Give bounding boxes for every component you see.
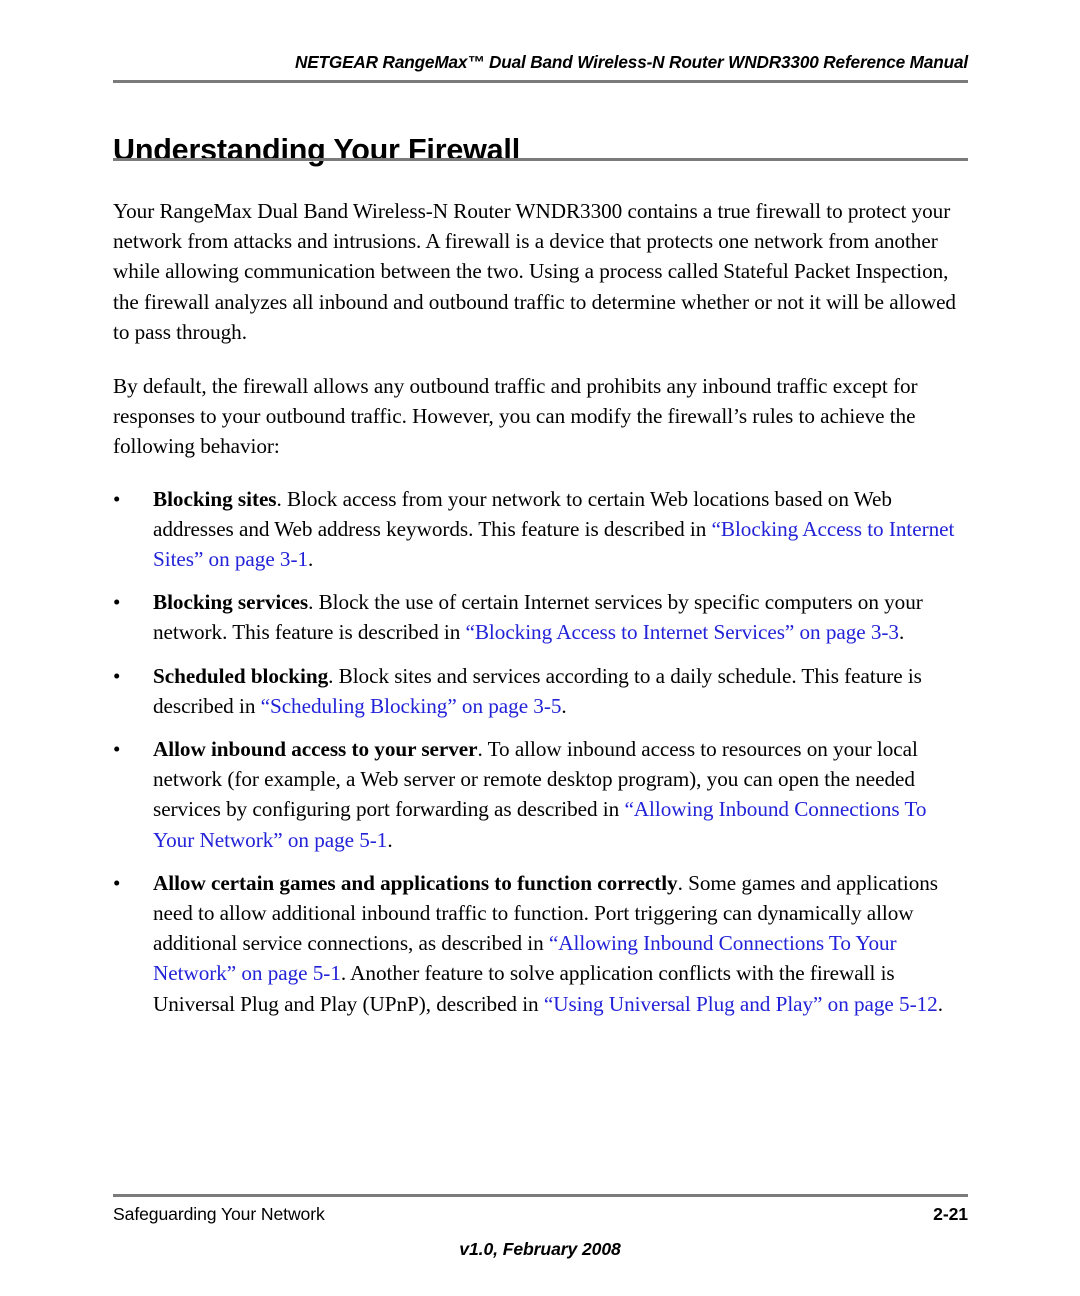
- list-item-lead: Blocking sites: [153, 486, 277, 511]
- running-header: NETGEAR RangeMax™ Dual Band Wireless-N R…: [294, 52, 968, 72]
- bullet-marker: •: [113, 486, 121, 511]
- list-item: • Scheduled blocking. Block sites and se…: [113, 661, 971, 721]
- list-item-text-tail: .: [308, 547, 314, 572]
- cross-reference-link[interactable]: “Blocking Access to Internet Services” o…: [466, 620, 900, 644]
- cross-reference-link[interactable]: “Scheduling Blocking” on page 3-5: [261, 694, 562, 718]
- title-rule: [113, 158, 968, 161]
- bullet-marker: •: [113, 870, 121, 895]
- footer-version: v1.0, February 2008: [459, 1239, 621, 1259]
- list-item-lead: Scheduled blocking: [153, 663, 329, 688]
- list-item-text-tail: .: [387, 827, 393, 852]
- footer-rule: [113, 1194, 968, 1197]
- document-page: NETGEAR RangeMax™ Dual Band Wireless-N R…: [0, 0, 1080, 1296]
- list-item: • Blocking sites. Block access from your…: [113, 484, 971, 575]
- list-item: • Blocking services. Block the use of ce…: [113, 587, 971, 647]
- header-rule: [113, 80, 968, 83]
- bullet-marker: •: [113, 663, 121, 688]
- list-item-lead: Allow certain games and applications to …: [153, 870, 678, 895]
- body-content: Your RangeMax Dual Band Wireless-N Route…: [113, 196, 971, 1019]
- list-item-lead: Blocking services: [153, 590, 309, 615]
- intro-paragraph: Your RangeMax Dual Band Wireless-N Route…: [113, 199, 956, 344]
- list-item-lead: Allow inbound access to your server: [153, 737, 478, 762]
- cross-reference-link-secondary[interactable]: “Using Universal Plug and Play” on page …: [544, 992, 938, 1016]
- list-item: • Allow inbound access to your server. T…: [113, 734, 971, 855]
- list-item-text-tail: .: [561, 693, 567, 718]
- bullet-marker: •: [113, 590, 121, 615]
- default-behavior-paragraph: By default, the firewall allows any outb…: [113, 374, 918, 459]
- firewall-behavior-list: • Blocking sites. Block access from your…: [113, 484, 971, 1019]
- list-item-text-tail: .: [898, 620, 905, 645]
- bullet-marker: •: [113, 737, 121, 762]
- footer-page-number: 2-21: [933, 1204, 968, 1224]
- page-title: Understanding Your Firewall: [113, 133, 520, 168]
- list-item-text-tail: .: [937, 991, 943, 1016]
- list-item: • Allow certain games and applications t…: [113, 868, 971, 1019]
